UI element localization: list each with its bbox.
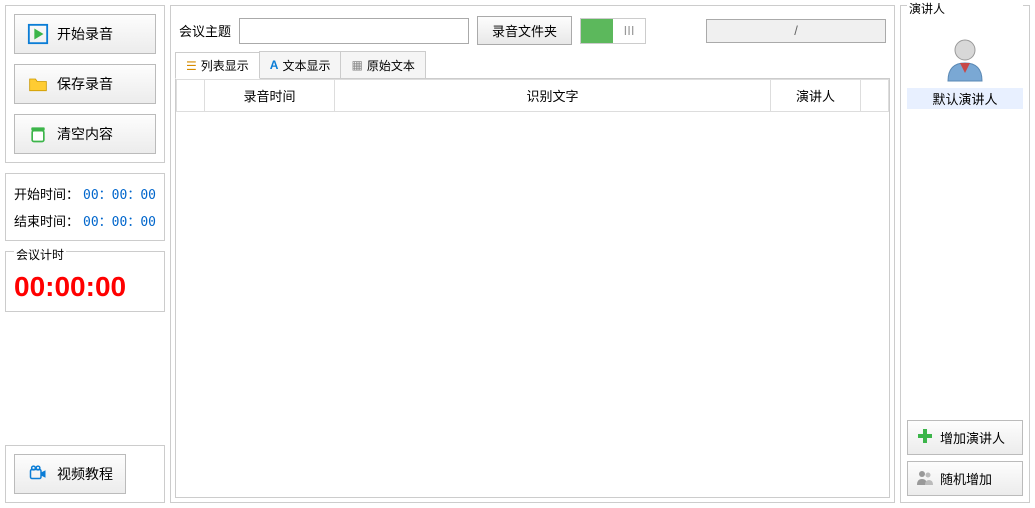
- start-time-label: 开始时间：: [14, 184, 79, 203]
- text-icon: A: [270, 58, 279, 72]
- video-icon: [27, 463, 49, 485]
- col-time[interactable]: 录音时间: [205, 80, 335, 112]
- clear-content-label: 清空内容: [57, 124, 113, 144]
- left-sidebar: 开始录音 保存录音 清空内容 开始时间： 00：00：00 结束时间：: [5, 5, 165, 503]
- start-record-label: 开始录音: [57, 24, 113, 44]
- clear-content-button[interactable]: 清空内容: [14, 114, 156, 154]
- tabs: ☰ 列表显示 A 文本显示 ▦ 原始文本: [175, 51, 890, 79]
- main-panel: 会议主题 录音文件夹 III / ☰ 列表显示 A 文本显示 ▦ 原始文本: [170, 5, 895, 503]
- raw-icon: ▦: [351, 58, 362, 72]
- start-record-button[interactable]: 开始录音: [14, 14, 156, 54]
- timer-panel: 会议计时 00:00:00: [5, 251, 165, 312]
- tab-text-view[interactable]: A 文本显示: [259, 51, 342, 78]
- col-text[interactable]: 识别文字: [335, 80, 771, 112]
- timer-label: 会议计时: [14, 246, 66, 263]
- tab-raw-text[interactable]: ▦ 原始文本: [340, 51, 425, 78]
- col-index[interactable]: [177, 80, 205, 112]
- end-time-label: 结束时间：: [14, 211, 79, 230]
- toggle-switch[interactable]: III: [580, 18, 646, 44]
- toggle-off: III: [613, 19, 645, 43]
- topic-label: 会议主题: [179, 21, 231, 40]
- tutorial-panel: 视频教程: [5, 445, 165, 503]
- timer-value: 00:00:00: [14, 271, 156, 303]
- progress-display: /: [706, 19, 886, 43]
- add-speaker-button[interactable]: 增加演讲人: [907, 420, 1023, 455]
- plus-icon: [916, 427, 934, 448]
- col-extra[interactable]: [861, 80, 889, 112]
- speaker-actions: 增加演讲人 随机增加: [907, 420, 1023, 496]
- people-icon: [916, 468, 934, 489]
- end-time-value: 00：00：00: [83, 211, 156, 230]
- tutorial-button[interactable]: 视频教程: [14, 454, 126, 494]
- save-record-label: 保存录音: [57, 74, 113, 94]
- speaker-item[interactable]: 默认演讲人: [907, 33, 1023, 109]
- avatar-icon: [940, 33, 990, 83]
- speaker-group-label: 演讲人: [907, 0, 1023, 17]
- save-record-button[interactable]: 保存录音: [14, 64, 156, 104]
- col-speaker[interactable]: 演讲人: [771, 80, 861, 112]
- topic-input[interactable]: [239, 18, 469, 44]
- tab-list-view[interactable]: ☰ 列表显示: [175, 52, 260, 79]
- start-time-value: 00：00：00: [83, 184, 156, 203]
- table-area: 录音时间 识别文字 演讲人: [175, 79, 890, 498]
- speaker-name: 默认演讲人: [907, 88, 1023, 109]
- list-icon: ☰: [186, 59, 197, 73]
- record-folder-button[interactable]: 录音文件夹: [477, 16, 572, 45]
- records-table: 录音时间 识别文字 演讲人: [176, 79, 889, 112]
- top-bar: 会议主题 录音文件夹 III /: [175, 10, 890, 51]
- time-panel: 开始时间： 00：00：00 结束时间： 00：00：00: [5, 173, 165, 241]
- folder-icon: [27, 73, 49, 95]
- random-add-button[interactable]: 随机增加: [907, 461, 1023, 496]
- speaker-panel: 演讲人 默认演讲人 增加演讲人 随机增加: [900, 5, 1030, 503]
- action-panel: 开始录音 保存录音 清空内容: [5, 5, 165, 163]
- play-icon: [27, 23, 49, 45]
- trash-icon: [27, 123, 49, 145]
- toggle-on: [581, 19, 613, 43]
- tutorial-label: 视频教程: [57, 464, 113, 484]
